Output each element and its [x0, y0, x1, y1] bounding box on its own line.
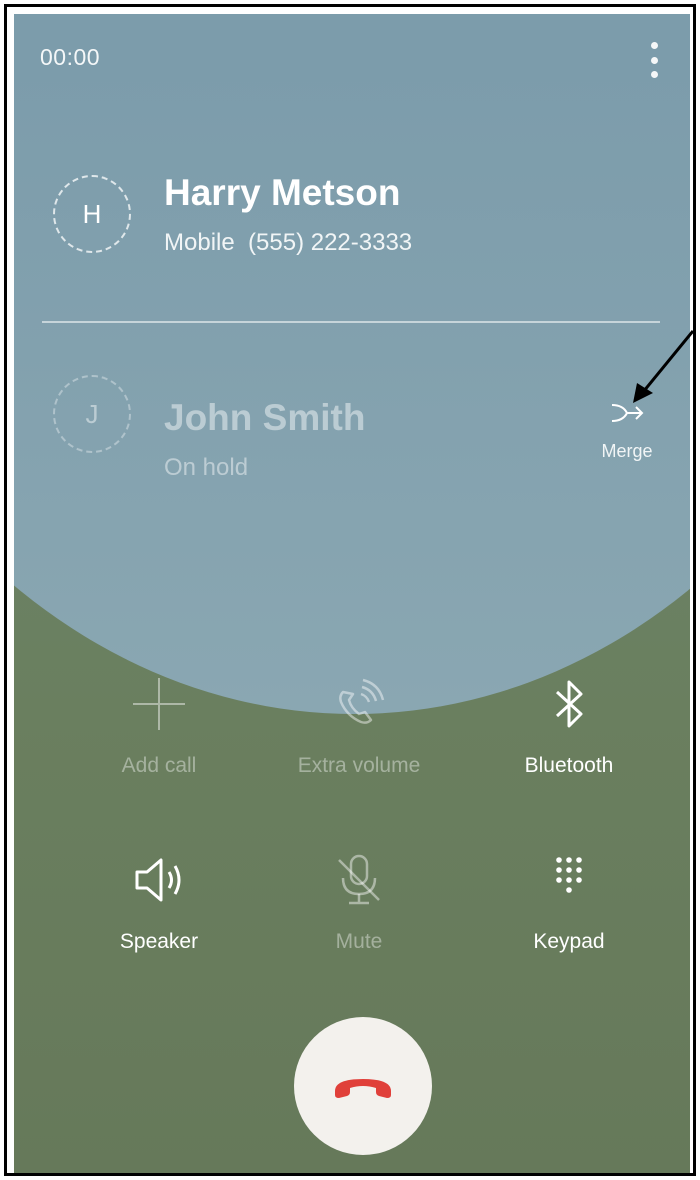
extra-volume-icon: [339, 678, 385, 724]
merge-button[interactable]: Merge: [582, 399, 672, 479]
bluetooth-button[interactable]: Bluetooth: [469, 674, 669, 778]
divider: [42, 321, 660, 323]
annotation-arrow: [633, 330, 693, 403]
end-call-icon: [335, 1079, 391, 1098]
bluetooth-icon: [555, 680, 583, 728]
add-call-button[interactable]: Add call: [59, 674, 259, 778]
held-status: On hold: [164, 454, 249, 481]
mute-button[interactable]: Mute: [259, 850, 459, 954]
call-timer: 00:00: [40, 44, 101, 70]
active-caller-number: Mobile (555) 222-3333: [164, 229, 413, 256]
add-call-label: Add call: [121, 754, 197, 777]
extra-volume-label: Extra volume: [297, 754, 421, 777]
speaker-button[interactable]: Speaker: [59, 850, 259, 954]
merge-label: Merge: [601, 441, 653, 461]
in-call-screen: 00:00 H Harry Metson Mobile (555) 222-33…: [14, 14, 690, 1173]
held-caller-name: John Smith: [164, 397, 366, 438]
avatar-john: J: [53, 375, 131, 453]
extra-volume-button[interactable]: Extra volume: [259, 674, 459, 778]
mic-off-icon: [338, 854, 380, 905]
mute-label: Mute: [335, 930, 383, 953]
add-icon: [133, 678, 185, 730]
keypad-icon: [556, 857, 582, 893]
keypad-button[interactable]: Keypad: [469, 850, 669, 954]
more-vert-icon[interactable]: [647, 42, 661, 78]
active-caller-name: Harry Metson: [164, 172, 401, 213]
background-circle: [14, 14, 690, 714]
speaker-icon: [135, 858, 181, 902]
screenshot-frame: 00:00 H Harry Metson Mobile (555) 222-33…: [4, 4, 696, 1176]
speaker-label: Speaker: [119, 930, 199, 953]
end-call-button[interactable]: [294, 1017, 432, 1155]
bluetooth-label: Bluetooth: [524, 754, 614, 777]
avatar-harry: H: [53, 175, 131, 253]
keypad-label: Keypad: [533, 930, 605, 953]
